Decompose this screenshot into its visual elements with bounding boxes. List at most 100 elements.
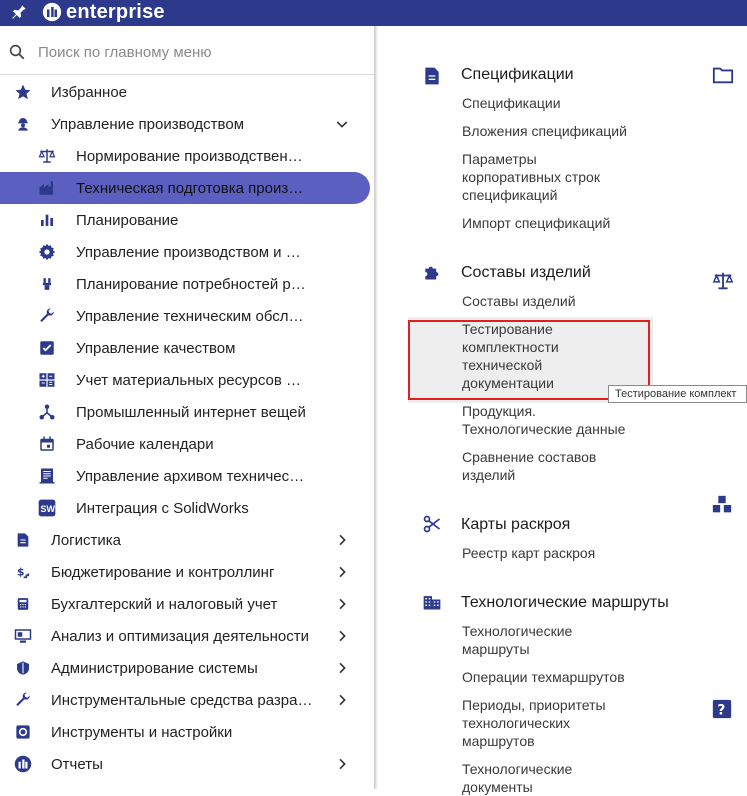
menu-item-favorites[interactable]: Избранное: [0, 76, 374, 108]
bar-chart-icon: [37, 210, 57, 230]
chevron-right-icon[interactable]: [334, 660, 350, 676]
menu-item-tech-preparation[interactable]: Техническая подготовка производства: [0, 172, 374, 204]
menu-item-solidworks[interactable]: SW Интеграция с SolidWorks: [0, 492, 374, 524]
menu-item-label: Инструменты и настройки: [51, 723, 233, 741]
logo-icon: [13, 754, 33, 774]
scales-icon[interactable]: [712, 270, 734, 292]
search-bar: [0, 36, 374, 68]
settings-icon: [13, 722, 33, 742]
menu-item-iot[interactable]: Промышленный интернет вещей: [0, 396, 374, 428]
menu-item-label: Управление производством и контролем: [76, 243, 306, 261]
menu-item-label: Интеграция с SolidWorks: [76, 499, 249, 517]
link-spec-attachments[interactable]: Вложения спецификаций: [462, 122, 662, 140]
menu-item-logistics[interactable]: Логистика: [0, 524, 374, 556]
menu-item-label: Техническая подготовка производства: [76, 179, 306, 197]
worker-icon: [13, 114, 33, 134]
scales-icon: [37, 146, 57, 166]
pin-icon[interactable]: [10, 3, 28, 21]
cubes-icon[interactable]: [711, 494, 733, 516]
document-icon: [13, 530, 33, 550]
menu-item-planning[interactable]: Планирование: [0, 204, 374, 236]
menu-item-label: Отчеты: [51, 755, 103, 773]
solidworks-icon: SW: [37, 498, 57, 518]
star-icon: [13, 82, 33, 102]
link-cutting-registry[interactable]: Реестр карт раскроя: [462, 544, 662, 562]
svg-text:$: $: [17, 565, 24, 578]
link-route-periods[interactable]: Периоды, приоритеты технологических марш…: [462, 696, 622, 750]
logo-icon: [42, 2, 62, 22]
menu-item-accounting[interactable]: Бухгалтерский и налоговый учет: [0, 588, 374, 620]
menu-item-tools-settings[interactable]: Инструменты и настройки: [0, 716, 374, 748]
money-icon: $: [13, 562, 33, 582]
menu-item-archive[interactable]: Управление архивом технической документа…: [0, 460, 374, 492]
wrench-icon: [37, 306, 57, 326]
menu-item-analytics[interactable]: Анализ и оптимизация деятельности: [0, 620, 374, 652]
factory-icon: [37, 178, 57, 198]
help-icon[interactable]: ?: [711, 698, 733, 720]
calculator-icon: [13, 594, 33, 614]
top-bar: enterprise: [0, 0, 747, 26]
menu-item-resource-planning[interactable]: Планирование потребностей ресурсов: [0, 268, 374, 300]
menu-item-reports[interactable]: Отчеты: [0, 748, 374, 780]
link-product-tech-data[interactable]: Продукция. Технологические данные: [462, 402, 642, 438]
search-divider: [0, 74, 374, 75]
menu-item-label: Логистика: [51, 531, 122, 549]
menu-item-production-control[interactable]: Управление производством и контролем: [0, 236, 374, 268]
link-tech-routes[interactable]: Технологические маршруты: [462, 622, 612, 658]
link-specifications[interactable]: Спецификации: [462, 94, 662, 112]
menu-item-label: Бюджетирование и контроллинг: [51, 563, 275, 581]
menu-item-quality[interactable]: Управление качеством: [0, 332, 374, 364]
menu-item-label: Избранное: [51, 83, 128, 101]
link-route-operations[interactable]: Операции техмаршрутов: [462, 668, 662, 686]
chevron-right-icon[interactable]: [334, 756, 350, 772]
menu-item-label: Планирование: [76, 211, 179, 229]
menu-item-normalization[interactable]: Нормирование производственных процессов: [0, 140, 374, 172]
svg-text:?: ?: [717, 703, 725, 719]
chevron-right-icon[interactable]: [334, 596, 350, 612]
menu-item-dev-tools[interactable]: Инструментальные средства разработки: [0, 684, 374, 716]
group-title-specifications: Спецификации: [461, 66, 574, 83]
chevron-right-icon[interactable]: [334, 532, 350, 548]
menu-item-label: Управление техническим обслуживанием: [76, 307, 306, 325]
group-title-tech-routes: Технологические маршруты: [461, 594, 669, 611]
tooltip: Тестирование комплект: [608, 385, 747, 403]
content-panel: Спецификации Спецификации Вложения специ…: [378, 26, 747, 795]
chevron-right-icon[interactable]: [334, 628, 350, 644]
link-spec-import[interactable]: Импорт спецификаций: [462, 214, 662, 232]
building-icon: [423, 596, 441, 610]
shield-icon: [13, 658, 33, 678]
menu-item-maintenance[interactable]: Управление техническим обслуживанием: [0, 300, 374, 332]
document-icon: [425, 67, 439, 85]
main-menu: Избранное Управление производством Норми…: [0, 76, 374, 780]
menu-item-material-accounting[interactable]: Учет материальных ресурсов производства: [0, 364, 374, 396]
link-compositions[interactable]: Составы изделий: [462, 292, 662, 310]
link-spec-params[interactable]: Параметры корпоративных строк спецификац…: [462, 150, 632, 204]
link-compare-compositions[interactable]: Сравнение составов изделий: [462, 448, 622, 484]
gear-icon: [37, 242, 57, 262]
folder-icon[interactable]: [712, 64, 734, 86]
group-title-compositions: Составы изделий: [461, 264, 591, 281]
search-input[interactable]: [38, 40, 358, 64]
menu-item-calendars[interactable]: Рабочие календари: [0, 428, 374, 460]
menu-item-label: Промышленный интернет вещей: [76, 403, 306, 421]
menu-item-production[interactable]: Управление производством: [0, 108, 374, 140]
menu-item-label: Администрирование системы: [51, 659, 258, 677]
menu-item-label: Нормирование производственных процессов: [76, 147, 306, 165]
menu-item-label: Анализ и оптимизация деятельности: [51, 627, 309, 645]
chevron-right-icon[interactable]: [334, 564, 350, 580]
menu-item-administration[interactable]: Администрирование системы: [0, 652, 374, 684]
chevron-down-icon[interactable]: [334, 116, 350, 132]
menu-item-label: Управление архивом технической документа…: [76, 467, 306, 485]
menu-item-label: Инструментальные средства разработки: [51, 691, 321, 709]
menu-item-label: Управление качеством: [76, 339, 236, 357]
menu-item-budgeting[interactable]: $ Бюджетирование и контроллинг: [0, 556, 374, 588]
chevron-right-icon[interactable]: [334, 692, 350, 708]
network-icon: [37, 402, 57, 422]
app-logo[interactable]: enterprise: [42, 1, 165, 23]
monitor-icon: [13, 626, 33, 646]
checkbox-icon: [37, 338, 57, 358]
link-tech-documents[interactable]: Технологические документы: [462, 760, 612, 796]
puzzle-icon: [425, 266, 439, 280]
menu-item-label: Управление производством: [51, 115, 245, 133]
svg-text:SW: SW: [40, 504, 55, 514]
